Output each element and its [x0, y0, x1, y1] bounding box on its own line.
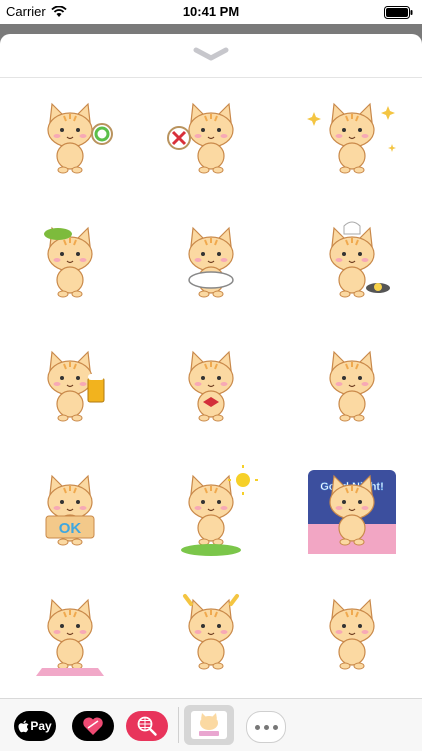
sticker-sheet: OK Good Night! — [0, 34, 422, 698]
app-drawer: Pay — [0, 698, 422, 751]
apple-pay-button[interactable]: Pay — [14, 711, 56, 741]
web-search-app-button[interactable] — [126, 711, 168, 741]
more-apps-button[interactable] — [246, 711, 286, 743]
cat-green-cap-sticker[interactable] — [0, 202, 140, 326]
drawer-divider — [178, 707, 179, 743]
battery-icon — [384, 6, 413, 19]
sticker-grid: OK Good Night! — [0, 78, 422, 698]
apple-icon — [18, 720, 29, 732]
cat-sticker-image — [329, 221, 390, 298]
cat-ok-sign-sticker[interactable] — [0, 78, 140, 202]
cat-eating-bowl-sticker[interactable] — [141, 202, 281, 326]
cat-sticker-image — [47, 350, 105, 422]
apple-pay-label: Pay — [30, 719, 52, 733]
cat-good-night-sticker[interactable]: Good Night! — [282, 450, 422, 574]
cat-sticker-image — [329, 350, 375, 422]
cat-sticker-image: OK — [45, 474, 95, 546]
cat-bow-sticker[interactable] — [141, 326, 281, 450]
cat-sticker-app-icon — [191, 711, 227, 739]
globe-search-icon — [137, 716, 157, 736]
cat-shocked-sticker[interactable] — [141, 574, 281, 698]
cat-sticker-image: Good Night! — [308, 470, 396, 554]
cat-beer-sticker[interactable] — [0, 326, 140, 450]
more-dot-icon — [272, 724, 278, 730]
cat-x-sign-sticker[interactable] — [141, 78, 281, 202]
heart-icon — [83, 717, 103, 735]
sticker-app-button[interactable] — [184, 705, 234, 745]
cat-crying-pillow-sticker[interactable] — [0, 574, 140, 698]
cat-sticker-image — [181, 465, 258, 556]
cat-sparkle-sticker[interactable] — [282, 78, 422, 202]
heart-app-button[interactable] — [72, 711, 114, 741]
cat-walking-sticker[interactable] — [282, 326, 422, 450]
cat-sticker-image — [307, 102, 396, 174]
chevron-down-icon[interactable] — [193, 46, 229, 62]
cat-sticker-image — [36, 598, 104, 676]
status-time: 10:41 PM — [182, 4, 240, 19]
cat-chef-pan-sticker[interactable] — [282, 202, 422, 326]
more-dot-icon — [254, 724, 260, 730]
cat-sticker-image — [167, 102, 234, 174]
more-dot-icon — [263, 724, 269, 730]
cat-sticker-image — [183, 594, 239, 670]
cat-sticker-image — [44, 226, 93, 298]
cat-sticker-image — [329, 598, 375, 670]
cat-toast-sun-sticker[interactable] — [141, 450, 281, 574]
cat-laughing-sticker[interactable] — [282, 574, 422, 698]
svg-text:OK: OK — [59, 520, 82, 537]
cat-sticker-image — [47, 102, 113, 174]
cat-sticker-image — [188, 226, 234, 298]
cat-ok-board-sticker[interactable]: OK — [0, 450, 140, 574]
sheet-header — [0, 34, 422, 78]
status-bar: Carrier 10:41 PM — [0, 0, 422, 24]
cat-sticker-image — [188, 350, 234, 422]
